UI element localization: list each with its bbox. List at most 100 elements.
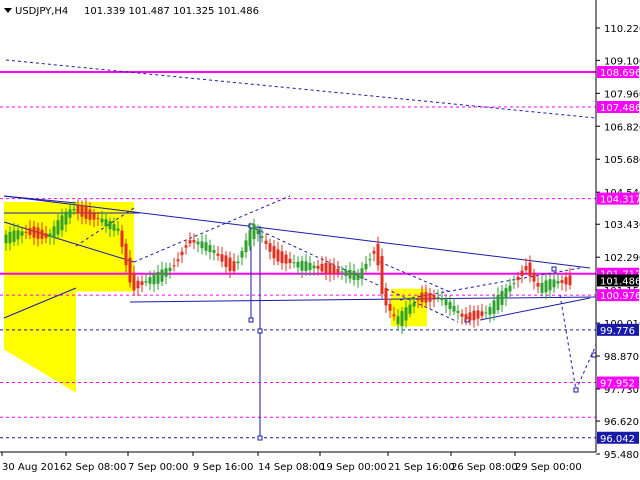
candle-body bbox=[156, 271, 160, 284]
candle-body bbox=[444, 299, 448, 306]
y-tick-label: 98.870 bbox=[604, 352, 639, 363]
candle-body bbox=[448, 301, 452, 310]
y-tick-label: 96.620 bbox=[604, 417, 639, 428]
candle-body bbox=[72, 208, 76, 211]
candle-body bbox=[308, 263, 312, 271]
candle-body bbox=[556, 281, 560, 284]
y-tick-label: 95.480 bbox=[604, 450, 639, 461]
candle-body bbox=[64, 211, 68, 225]
candle-body bbox=[124, 243, 128, 266]
candle-body bbox=[196, 241, 200, 245]
candle-body bbox=[396, 316, 400, 325]
candle-body bbox=[356, 273, 360, 280]
candle-body bbox=[460, 313, 464, 317]
x-tick-label: 30 Aug 2016 bbox=[2, 462, 66, 473]
candle-body bbox=[428, 293, 432, 302]
candle-body bbox=[68, 209, 72, 218]
candle-body bbox=[560, 280, 564, 283]
candle-body bbox=[412, 302, 416, 307]
price-label: 101.486 bbox=[600, 276, 640, 287]
candle-body bbox=[548, 279, 552, 291]
candle-body bbox=[352, 270, 356, 280]
price-label: 100.976 bbox=[600, 291, 640, 302]
candle-body bbox=[404, 307, 408, 321]
candle-body bbox=[320, 263, 324, 272]
candle-body bbox=[544, 280, 548, 293]
candle-body bbox=[452, 305, 456, 312]
candle-body bbox=[224, 255, 228, 267]
candle-body bbox=[80, 205, 84, 217]
candle-body bbox=[488, 307, 492, 315]
anchor-point bbox=[257, 435, 263, 441]
anchor-point bbox=[573, 387, 579, 393]
candle-body bbox=[368, 259, 372, 261]
candle-body bbox=[268, 243, 272, 252]
candle-body bbox=[568, 275, 572, 286]
candle-body bbox=[512, 283, 516, 285]
candle-body bbox=[96, 217, 100, 219]
price-label: 99.776 bbox=[600, 326, 635, 337]
candle-body bbox=[380, 256, 384, 295]
candle-body bbox=[100, 218, 104, 223]
candle-body bbox=[236, 261, 240, 264]
candle-body bbox=[24, 231, 28, 233]
candle-body bbox=[552, 279, 556, 288]
candle-body bbox=[104, 219, 108, 227]
candle-body bbox=[152, 273, 156, 285]
candle-body bbox=[148, 277, 152, 284]
candle-body bbox=[344, 270, 348, 276]
candle-body bbox=[28, 228, 32, 235]
candle-body bbox=[136, 280, 140, 289]
candle-body bbox=[76, 205, 80, 214]
candle-body bbox=[208, 245, 212, 253]
candle-body bbox=[508, 285, 512, 292]
candle-body bbox=[16, 230, 20, 240]
price-label: 96.042 bbox=[600, 434, 635, 445]
candle-body bbox=[84, 206, 88, 219]
price-label: 104.317 bbox=[600, 195, 640, 206]
x-tick-label: 14 Sep 08:00 bbox=[258, 462, 325, 473]
candle-body bbox=[44, 233, 48, 238]
candle-body bbox=[12, 230, 16, 242]
y-tick-label: 103.430 bbox=[604, 220, 640, 231]
candle-body bbox=[484, 312, 488, 314]
candle-body bbox=[240, 251, 244, 258]
price-chart[interactable]: 110.220109.100107.960106.820105.680104.5… bbox=[0, 0, 640, 480]
candle-body bbox=[232, 261, 236, 272]
candle-body bbox=[244, 240, 248, 253]
candle-body bbox=[420, 292, 424, 303]
candle-body bbox=[204, 242, 208, 251]
candle-body bbox=[192, 240, 196, 243]
x-tick-label: 9 Sep 16:00 bbox=[193, 462, 253, 473]
candle-body bbox=[264, 240, 268, 244]
candle-body bbox=[500, 290, 504, 305]
candle-body bbox=[348, 269, 352, 279]
candle-body bbox=[88, 209, 92, 220]
candle-body bbox=[112, 224, 116, 231]
candle-body bbox=[328, 263, 332, 275]
anchor-point bbox=[248, 317, 254, 323]
candle-body bbox=[360, 268, 364, 279]
candle-body bbox=[176, 259, 180, 262]
x-tick-label: 21 Sep 16:00 bbox=[388, 462, 455, 473]
candle-body bbox=[388, 304, 392, 311]
x-tick-label: 26 Sep 08:00 bbox=[451, 462, 518, 473]
candle-body bbox=[464, 314, 468, 320]
candle-body bbox=[248, 230, 252, 247]
anchor-point bbox=[591, 352, 597, 358]
candle-body bbox=[564, 277, 568, 285]
candle-body bbox=[316, 265, 320, 269]
anchor-point bbox=[257, 328, 263, 334]
candle-body bbox=[164, 268, 168, 277]
chart-symbol: USDJPY,H4 bbox=[15, 6, 68, 17]
candle-body bbox=[476, 310, 480, 319]
candle-body bbox=[292, 262, 296, 264]
candle-body bbox=[184, 245, 188, 248]
candle-body bbox=[40, 229, 44, 239]
candle-body bbox=[436, 297, 440, 299]
price-label: 108.696 bbox=[600, 68, 640, 79]
candle-body bbox=[372, 251, 376, 254]
candle-body bbox=[480, 311, 484, 316]
candle-body bbox=[516, 276, 520, 281]
candle-body bbox=[276, 249, 280, 262]
